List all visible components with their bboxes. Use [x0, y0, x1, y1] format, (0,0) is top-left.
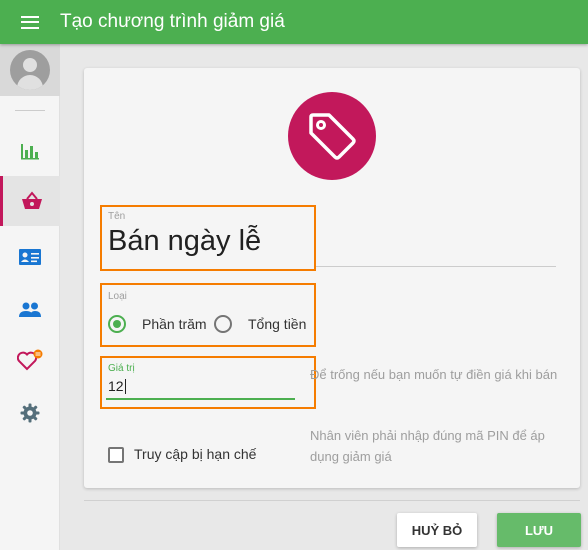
restricted-access-label[interactable]: Truy cập bị hạn chế: [134, 446, 256, 462]
heart-icon: [17, 349, 43, 371]
hamburger-icon: [21, 15, 39, 29]
people-icon: [19, 302, 41, 317]
sidebar-item-reports[interactable]: [0, 126, 60, 176]
avatar[interactable]: [0, 44, 60, 96]
radio-total-label: Tổng tiền: [248, 316, 307, 332]
sidebar-item-settings[interactable]: [0, 388, 60, 438]
sidebar-item-customers[interactable]: [0, 232, 60, 282]
value-field[interactable]: Giá trị 12: [100, 356, 316, 409]
restricted-access-hint: Nhân viên phải nhập đúng mã PIN để áp dụ…: [310, 428, 545, 464]
id-card-icon: [19, 249, 41, 265]
name-input[interactable]: Bán ngày lễ: [108, 225, 261, 258]
value-hint: Để trống nếu bạn muốn tự điền giá khi bá…: [310, 367, 558, 382]
name-field-underline: [316, 266, 556, 267]
value-input-text: 12: [108, 378, 124, 394]
sidebar-divider: [14, 110, 45, 111]
value-input[interactable]: 12: [108, 378, 126, 394]
sidebar-item-loyalty[interactable]: [0, 335, 60, 385]
basket-icon: [21, 191, 42, 209]
tag-icon: [309, 113, 356, 160]
radio-percent[interactable]: [108, 315, 126, 333]
radio-total[interactable]: [214, 315, 232, 333]
text-caret: [124, 379, 126, 394]
sidebar-item-items[interactable]: [0, 176, 60, 226]
cancel-button[interactable]: HUỶ BỎ: [397, 513, 477, 547]
type-field-label: Loại: [108, 291, 127, 302]
save-button[interactable]: LƯU: [497, 513, 581, 547]
name-field[interactable]: Tên Bán ngày lễ: [100, 205, 316, 271]
radio-percent-label: Phần trăm: [142, 316, 207, 332]
gear-icon: [20, 403, 40, 423]
user-icon: [10, 50, 50, 90]
sidebar-item-employees[interactable]: [0, 285, 60, 335]
sidebar: [0, 44, 60, 550]
discount-avatar: [288, 92, 376, 180]
type-field: Loại Phần trăm Tổng tiền: [100, 283, 316, 347]
menu-button[interactable]: [0, 0, 60, 44]
restricted-access-checkbox[interactable]: [108, 447, 124, 463]
app-bar: Tạo chương trình giảm giá: [0, 0, 588, 44]
bar-chart-icon: [21, 144, 39, 160]
footer-divider: [84, 500, 580, 501]
page-title: Tạo chương trình giảm giá: [60, 11, 285, 32]
value-field-label: Giá trị: [108, 363, 135, 374]
name-field-label: Tên: [108, 211, 126, 222]
value-input-focus-line: [106, 398, 295, 400]
